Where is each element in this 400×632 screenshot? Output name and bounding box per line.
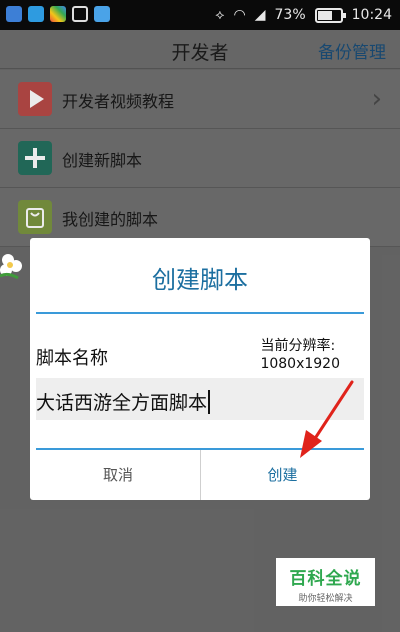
signal-icon: ◢	[254, 7, 266, 23]
watermark-title: 百科全说	[289, 569, 362, 589]
script-name-input-wrapper: 大话西游全方面脚本	[36, 388, 211, 415]
battery-icon	[314, 7, 346, 23]
script-name-label: 脚本名称	[36, 348, 108, 369]
flower-sticker-icon	[0, 254, 22, 280]
create-script-dialog: 创建脚本 脚本名称 当前分辨率: 1080x1920 大话西游全方面脚本 取消 …	[30, 238, 370, 500]
create-button[interactable]: 创建	[201, 450, 364, 500]
script-name-input-value: 大话西游全方面脚本	[36, 392, 208, 414]
screenshot-icon	[72, 6, 88, 22]
resolution-value: 1080x1920	[260, 356, 340, 372]
battery-percent: 73%	[274, 7, 306, 23]
text-caret	[208, 390, 211, 414]
dialog-title-divider	[36, 312, 364, 314]
app-notification-icon	[94, 6, 110, 22]
notification-icons	[6, 6, 110, 22]
resolution-info: 当前分辨率: 1080x1920	[260, 337, 340, 373]
cancel-button[interactable]: 取消	[36, 450, 200, 500]
dialog-title: 创建脚本	[152, 266, 248, 294]
watermark-subtitle: 助你轻松解决	[298, 594, 353, 604]
clock: 10:24	[351, 7, 392, 23]
app-notification-icon	[50, 6, 66, 22]
resolution-label: 当前分辨率:	[260, 338, 336, 354]
app-notification-icon	[6, 6, 22, 22]
vibrate-icon: ⟡	[215, 7, 225, 23]
watermark-logo: 百科全说 助你轻松解决	[276, 558, 375, 606]
status-bar: ⟡ ◠ ◢ 73% 10:24	[0, 0, 400, 30]
app-notification-icon	[28, 6, 44, 22]
wifi-icon: ◠	[233, 7, 246, 23]
script-name-input[interactable]: 大话西游全方面脚本	[36, 378, 364, 420]
